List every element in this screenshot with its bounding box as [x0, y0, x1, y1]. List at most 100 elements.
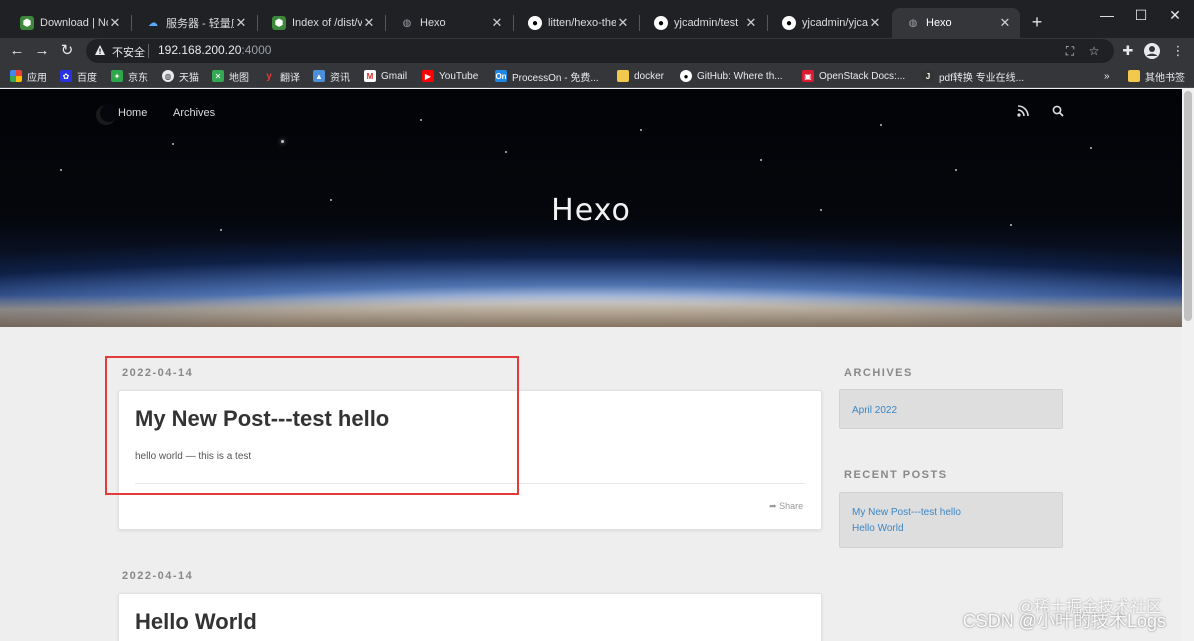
globe-icon: ◍ — [402, 17, 412, 29]
profile-icon[interactable] — [1142, 41, 1162, 61]
bookmark-apps[interactable]: 应用 — [10, 69, 47, 84]
highlight-box — [105, 356, 519, 495]
extensions-icon[interactable]: ✚ — [1118, 41, 1138, 61]
tab-hexo-active[interactable]: ◍ Hexo ✕ — [892, 8, 1020, 38]
github-icon: ● — [680, 70, 692, 82]
more-bookmarks-button[interactable]: » — [1104, 69, 1110, 83]
tab-title: litten/hexo-them — [548, 17, 616, 29]
close-icon[interactable]: ✕ — [362, 15, 376, 31]
security-label[interactable]: 不安全 — [112, 44, 145, 60]
apps-grid-icon — [10, 70, 22, 82]
github-icon: ● — [782, 16, 796, 30]
tab-download-node[interactable]: ⬢ Download | Nod ✕ — [6, 8, 130, 38]
nodejs-icon: ⬢ — [20, 16, 34, 30]
translate-icon[interactable]: ⛶ — [1062, 43, 1078, 59]
nav-home[interactable]: Home — [118, 107, 147, 127]
github-icon: ● — [528, 16, 542, 30]
recent-posts-heading: RECENT POSTS — [844, 469, 948, 481]
other-bookmarks[interactable]: 其他书签 — [1128, 69, 1185, 84]
folder-icon — [617, 70, 629, 82]
share-button[interactable]: ➦ Share — [769, 501, 803, 512]
post-card: Hello World — [118, 593, 822, 641]
forward-button[interactable]: → — [31, 40, 53, 62]
url-port: :4000 — [241, 43, 272, 57]
archives-heading: ARCHIVES — [844, 367, 913, 379]
close-icon[interactable]: ✕ — [998, 15, 1012, 31]
bookmark-star-icon[interactable]: ☆ — [1086, 43, 1102, 59]
bookmark-jd[interactable]: ✦ 京东 — [111, 69, 148, 84]
post-title[interactable]: Hello World — [135, 609, 257, 635]
bookmark-gmail[interactable]: M Gmail — [364, 69, 407, 83]
bookmark-github[interactable]: ● GitHub: Where th... — [680, 69, 783, 83]
nodejs-icon: ⬢ — [272, 16, 286, 30]
close-icon[interactable]: ✕ — [234, 15, 248, 31]
maximize-button[interactable]: ☐ — [1126, 4, 1156, 26]
close-icon[interactable]: ✕ — [744, 15, 758, 31]
close-icon[interactable]: ✕ — [108, 15, 122, 31]
pdf-icon: J — [922, 70, 934, 82]
bookmark-tmall[interactable]: ◍ 天猫 — [162, 69, 199, 84]
tab-litten-hexo[interactable]: ● litten/hexo-them ✕ — [514, 8, 638, 38]
share-icon: ➦ — [769, 501, 777, 511]
tab-title: yjcadmin/test — [674, 17, 739, 29]
globe-icon: ◍ — [908, 17, 918, 29]
window-close-button[interactable]: ✕ — [1160, 4, 1190, 26]
new-tab-button[interactable]: + — [1028, 11, 1046, 33]
rss-icon[interactable] — [1016, 105, 1030, 119]
bookmark-map[interactable]: ✕ 地图 — [212, 69, 249, 84]
jd-icon: ✦ — [111, 70, 123, 82]
tab-server[interactable]: ☁ 服务器 - 轻量应用 ✕ — [132, 8, 256, 38]
minimize-button[interactable]: — — [1092, 4, 1122, 26]
recent-post-link[interactable]: Hello World — [852, 523, 904, 534]
search-icon[interactable] — [1051, 105, 1065, 119]
tab-hexo[interactable]: ◍ Hexo ✕ — [386, 8, 512, 38]
nav-archives[interactable]: Archives — [173, 107, 215, 127]
close-icon[interactable]: ✕ — [616, 15, 630, 31]
tab-title: yjcadmin/yjcadm — [802, 17, 868, 29]
bookmark-openstack[interactable]: ▣ OpenStack Docs:... — [802, 69, 905, 83]
folder-icon — [1128, 70, 1140, 82]
url-text[interactable]: 192.168.200.20:4000 — [158, 43, 271, 57]
close-icon[interactable]: ✕ — [868, 15, 882, 31]
watermark-cn-text: @稀土掘金技术社区 — [1017, 599, 1162, 616]
openstack-icon: ▣ — [802, 70, 814, 82]
tab-title: Index of /dist/v1 — [292, 17, 362, 29]
maps-icon: ✕ — [212, 70, 224, 82]
bookmark-youtube[interactable]: ▶ YouTube — [422, 69, 478, 83]
bookmark-pdf[interactable]: Jpdf转换 专业在线... — [922, 69, 1024, 84]
archives-widget: April 2022 — [839, 389, 1063, 429]
bookmark-processon[interactable]: On ProcessOn - 免费... — [495, 69, 599, 84]
tab-title: Download | Nod — [40, 17, 108, 29]
warning-icon — [95, 45, 105, 55]
news-icon: ▲ — [313, 70, 325, 82]
tab-yjcadmin-test[interactable]: ● yjcadmin/test ✕ — [640, 8, 766, 38]
site-logo[interactable] — [94, 103, 118, 127]
cloud-icon: ☁ — [148, 17, 158, 29]
bookmark-baidu[interactable]: ✿ 百度 — [60, 69, 97, 84]
page-viewport: Home Archives Hexo 2022-04-14 My New Pos… — [0, 89, 1182, 641]
bookmark-translate[interactable]: y 翻译 — [263, 69, 300, 84]
bookmarks-bar: 应用 ✿ 百度 ✦ 京东 ◍ 天猫 ✕ 地图 y 翻译 ▲ 资讯 M Gmail ▶ YouTu… — [0, 64, 1194, 88]
site-title[interactable]: Hexo — [0, 193, 1182, 228]
github-icon: ● — [654, 16, 668, 30]
header-banner: Home Archives Hexo — [0, 89, 1182, 327]
recent-post-link[interactable]: My New Post---test hello — [852, 507, 961, 518]
menu-icon[interactable]: ⋮ — [1168, 41, 1188, 61]
reload-button[interactable]: ↻ — [56, 40, 78, 62]
youtube-icon: ▶ — [422, 70, 434, 82]
tab-yjcadmin-yjcadmin[interactable]: ● yjcadmin/yjcadm ✕ — [768, 8, 890, 38]
browser-tab-bar: ⬢ Download | Nod ✕ ☁ 服务器 - 轻量应用 ✕ ⬢ Inde… — [0, 0, 1194, 38]
tab-index-dist[interactable]: ⬢ Index of /dist/v1 ✕ — [258, 8, 384, 38]
close-icon[interactable]: ✕ — [490, 15, 504, 31]
archive-link[interactable]: April 2022 — [852, 405, 897, 416]
globe-icon: ◍ — [162, 70, 174, 82]
recent-posts-widget: My New Post---test hello Hello World — [839, 492, 1063, 548]
back-button[interactable]: ← — [6, 40, 28, 62]
url-host: 192.168.200.20 — [158, 43, 242, 57]
address-bar[interactable]: 不安全 192.168.200.20:4000 ⛶ ☆ — [86, 39, 1114, 63]
bookmark-docker[interactable]: docker — [617, 69, 664, 83]
gmail-icon: M — [364, 70, 376, 82]
tab-title: 服务器 - 轻量应用 — [166, 18, 234, 30]
page-scrollbar[interactable] — [1182, 89, 1194, 641]
bookmark-news[interactable]: ▲ 资讯 — [313, 69, 350, 84]
